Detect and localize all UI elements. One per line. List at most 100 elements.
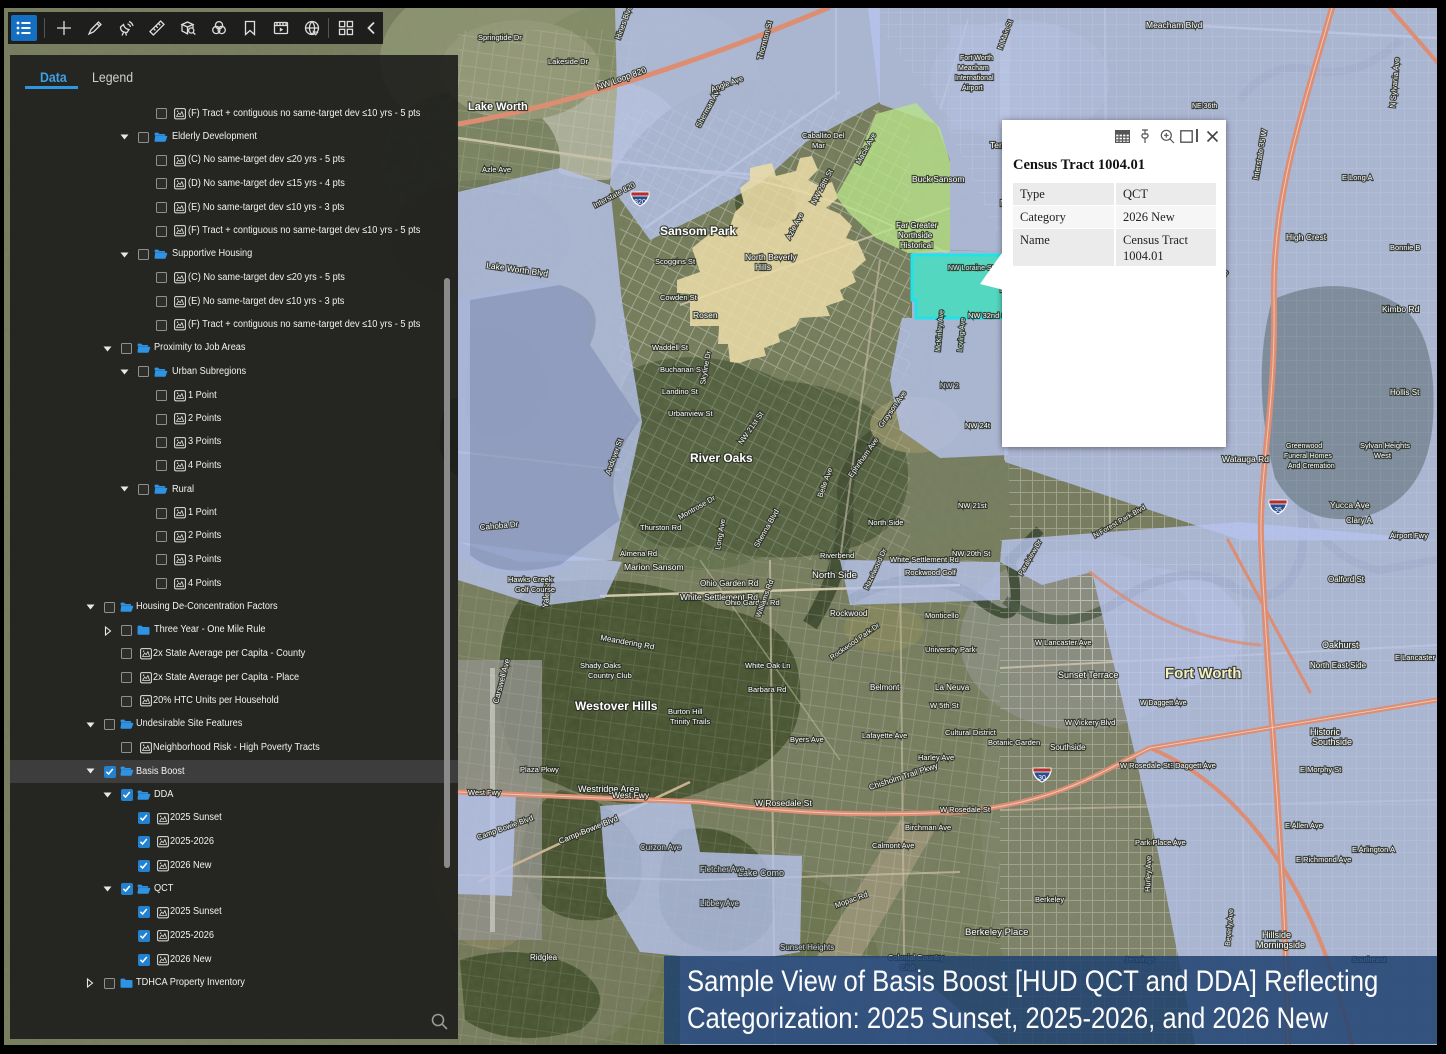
svg-text:Meacham Blvd: Meacham Blvd [1146,20,1202,30]
svg-text:Buchanan St: Buchanan St [660,365,704,374]
svg-text:Hawks Creek: Hawks Creek [508,575,553,584]
svg-text:Oakhurst: Oakhurst [1322,640,1359,650]
svg-text:Cultural District: Cultural District [945,728,997,737]
svg-text:Monticello: Monticello [925,611,959,620]
svg-text:W 5th St: W 5th St [930,701,960,710]
svg-text:And Cremation: And Cremation [1288,463,1335,470]
svg-text:Airport Fwy: Airport Fwy [1390,531,1428,540]
svg-text:W Lancaster Ave: W Lancaster Ave [1035,638,1092,647]
svg-text:Landino St: Landino St [662,387,699,396]
svg-text:Sansom Park: Sansom Park [660,224,736,238]
svg-text:Scoggins St: Scoggins St [655,257,696,266]
svg-text:Buck Sansom: Buck Sansom [912,174,964,184]
svg-text:30: 30 [1038,775,1046,782]
svg-text:River Oaks: River Oaks [690,451,753,465]
svg-text:West Fwy: West Fwy [468,788,501,797]
svg-text:Yucca Ave: Yucca Ave [1330,500,1370,510]
svg-text:Airport: Airport [962,85,983,92]
svg-text:Plaza Pkwy: Plaza Pkwy [520,765,559,774]
svg-text:Ridglea: Ridglea [530,953,558,962]
svg-text:Fort Worth: Fort Worth [960,55,993,62]
svg-text:E Arlington A: E Arlington A [1352,845,1395,854]
svg-text:North East Side: North East Side [1310,661,1367,670]
svg-text:Almena Rd: Almena Rd [620,549,657,558]
svg-text:Sunset Terrace: Sunset Terrace [1058,670,1118,680]
svg-text:Oalford St: Oalford St [1328,575,1365,584]
svg-text:Hillside: Hillside [1262,930,1291,940]
svg-text:W Rosedale St: W Rosedale St [1120,761,1171,770]
svg-text:820: 820 [634,199,646,206]
svg-text:Hurley Ave: Hurley Ave [1143,856,1153,892]
svg-text:North Beverly: North Beverly [745,252,797,262]
svg-text:Rosen: Rosen [693,310,718,320]
svg-text:Riverbend: Riverbend [820,551,854,560]
svg-text:E Daggett Ave: E Daggett Ave [1168,761,1216,770]
svg-text:Rockwood: Rockwood [830,609,867,618]
svg-text:Lakeside Dr: Lakeside Dr [548,57,589,66]
svg-text:Shady Oaks: Shady Oaks [580,661,621,670]
svg-text:Fort Worth: Fort Worth [1165,665,1241,682]
svg-text:Mar: Mar [812,141,825,150]
svg-text:E Long A: E Long A [1342,173,1372,182]
svg-text:Lafayette Ave: Lafayette Ave [862,731,907,740]
svg-text:Caballito Del: Caballito Del [802,131,845,140]
svg-text:Waddell St: Waddell St [652,343,689,352]
svg-text:NW 24t: NW 24t [965,421,991,430]
svg-text:Hills: Hills [755,262,771,272]
svg-text:Calmont Ave: Calmont Ave [872,841,914,850]
svg-text:NW 21st: NW 21st [958,501,988,510]
svg-text:Belmont: Belmont [870,683,900,692]
svg-text:Clary A: Clary A [1346,516,1372,525]
svg-text:Barbara Rd: Barbara Rd [748,685,786,694]
svg-text:West: West [1374,451,1392,460]
svg-text:North Side: North Side [812,570,857,581]
svg-text:Golf Course: Golf Course [515,585,555,594]
svg-text:University Park: University Park [925,645,976,654]
svg-text:La Neuva: La Neuva [935,683,970,692]
svg-text:Cowden St: Cowden St [660,293,698,302]
svg-text:Historic: Historic [1310,727,1341,737]
svg-text:Park Place Ave: Park Place Ave [1135,838,1186,847]
svg-text:Country Club: Country Club [588,671,632,680]
svg-text:Greenwood: Greenwood [1286,443,1322,450]
svg-text:Rockwood Golf: Rockwood Golf [905,568,957,577]
svg-text:Lake Worth: Lake Worth [468,101,528,113]
svg-text:NW 32nd S: NW 32nd S [968,311,1006,320]
svg-text:White Oak Ln: White Oak Ln [745,661,790,670]
svg-text:Meacham: Meacham [958,65,989,72]
svg-text:W Vickery Blvd: W Vickery Blvd [1065,718,1115,727]
svg-text:Watauga Rd: Watauga Rd [1222,454,1269,464]
svg-text:E Lancaster: E Lancaster [1395,653,1436,662]
svg-text:Southside: Southside [1050,743,1086,752]
svg-text:West Fwy: West Fwy [612,790,650,800]
svg-text:E Morphy St: E Morphy St [1300,765,1342,774]
svg-text:Far Greater: Far Greater [896,221,938,230]
svg-text:Byers Ave: Byers Ave [790,735,824,744]
svg-text:Burton Hill: Burton Hill [668,707,703,716]
svg-text:Springtide Dr: Springtide Dr [478,33,522,42]
svg-text:North Side: North Side [868,518,903,527]
svg-text:Trinity Trails: Trinity Trails [670,717,710,726]
svg-text:W Rosedale St: W Rosedale St [940,805,991,814]
svg-text:NW 2: NW 2 [940,381,959,390]
svg-text:Northside: Northside [898,231,933,240]
svg-text:Bonnie B: Bonnie B [1390,243,1420,252]
svg-text:High Crest: High Crest [1286,232,1327,242]
svg-text:Harley Ave: Harley Ave [918,753,954,762]
svg-text:Libbey Ave: Libbey Ave [700,899,740,908]
svg-text:NW 20th St: NW 20th St [952,549,991,558]
svg-text:W Rosedale St: W Rosedale St [755,798,812,808]
svg-text:Marion Sansom: Marion Sansom [624,562,684,572]
svg-text:Funeral Homes: Funeral Homes [1284,453,1332,460]
svg-text:Fletcher Ave: Fletcher Ave [700,865,745,874]
svg-text:Morningside: Morningside [1256,940,1305,950]
svg-text:Thurston Rd: Thurston Rd [640,523,681,532]
svg-text:Ohio Garden Rd: Ohio Garden Rd [725,598,780,607]
svg-text:Sunset Heights: Sunset Heights [780,943,834,952]
svg-text:Southside: Southside [1312,737,1352,747]
svg-text:Westover Hills: Westover Hills [575,699,658,713]
svg-text:NE 36th: NE 36th [1192,103,1217,110]
svg-text:35: 35 [1274,507,1282,514]
svg-text:Lake Como: Lake Como [738,868,784,878]
svg-text:Historical: Historical [900,241,933,250]
